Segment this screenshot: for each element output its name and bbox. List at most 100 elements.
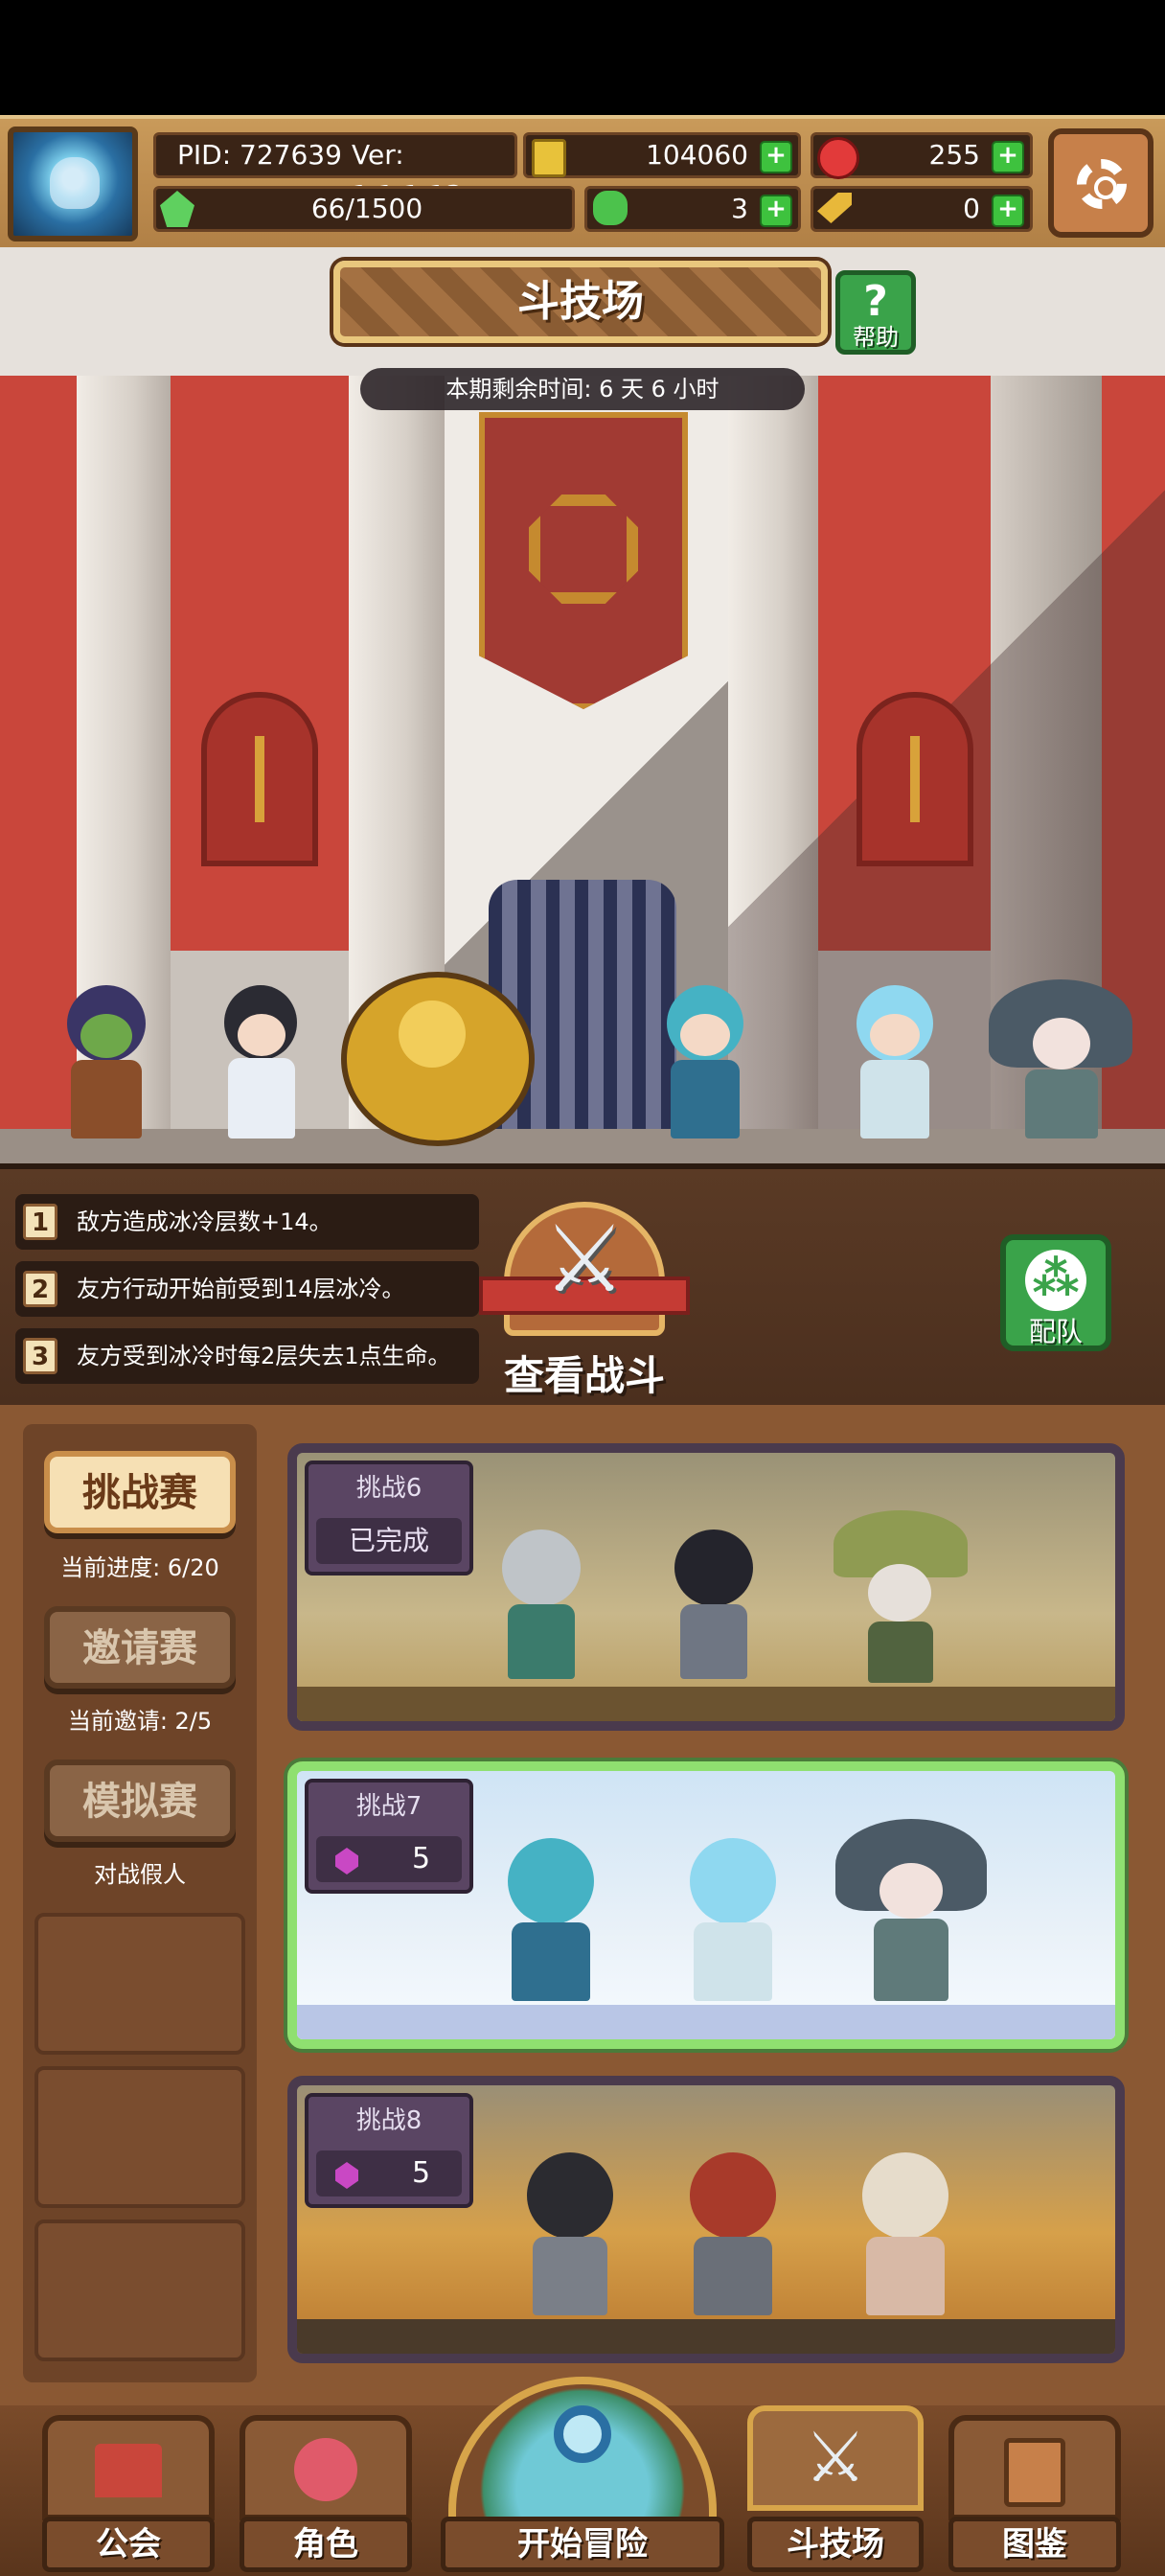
hero-ice-lancer[interactable]	[824, 985, 968, 1138]
arena-swords-icon: ⚔	[804, 2417, 867, 2497]
nav-codex-label: 图鉴	[948, 2517, 1121, 2572]
ticket-gem-icon	[335, 1848, 358, 1874]
hero-swordsman[interactable]	[192, 985, 326, 1138]
clover-amount: 3	[731, 193, 748, 224]
team-icon	[1025, 1250, 1086, 1311]
challenge-label: 挑战6 已完成	[305, 1460, 473, 1576]
modifier-row: 3 友方受到冰冷时每2层失去1点生命。	[15, 1328, 479, 1384]
modifier-text: 友方受到冰冷时每2层失去1点生命。	[77, 1343, 451, 1369]
challenge-label: 挑战7 5	[305, 1779, 473, 1894]
settings-button[interactable]	[1048, 128, 1154, 238]
enemy-ice-lancer	[661, 1809, 805, 2001]
challenge-cost-amount: 5	[412, 2156, 431, 2190]
challenge-mode-button[interactable]: 挑战赛	[44, 1451, 236, 1533]
challenge-progress: 当前进度: 6/20	[60, 1554, 219, 1581]
team-setup-button[interactable]: 配队	[1000, 1234, 1111, 1351]
enemy-ice-knight	[479, 1828, 623, 2001]
ticket-gem-icon	[335, 2162, 358, 2189]
clover-pill: 3 +	[584, 186, 801, 232]
top-status-bar: PID: 727639 Ver: 1.1.1.13 104060 + 255 +…	[0, 115, 1165, 257]
nav-arena-label: 斗技场	[747, 2517, 924, 2572]
enemy-fox-warrior	[661, 2143, 805, 2315]
stamina-amount: 66/1500	[310, 193, 423, 224]
codex-book-icon	[1004, 2438, 1065, 2507]
wall-niche-left	[201, 692, 318, 866]
arena-title: 斗技场	[517, 277, 644, 326]
guild-house-icon	[95, 2444, 162, 2497]
add-gold-button[interactable]: +	[760, 141, 792, 173]
stamina-pill: 66/1500	[153, 186, 575, 232]
help-button[interactable]: ? 帮助	[835, 270, 916, 355]
hero-golden-moon[interactable]	[341, 972, 535, 1146]
arena-scene: 斗技场 ? 帮助 本期剩余时间: 6 天 6 小时	[0, 247, 1165, 1163]
challenge-label: 挑战8 5	[305, 2093, 473, 2208]
player-avatar[interactable]	[8, 126, 138, 242]
nav-character[interactable]: 角色	[240, 2405, 412, 2576]
battle-modifiers-panel: 1 敌方造成冰冷层数+14。 2 友方行动开始前受到14层冰冷。 3 友方受到冰…	[0, 1163, 1165, 1403]
simulation-mode-button[interactable]: 模拟赛	[44, 1760, 236, 1842]
nav-guild[interactable]: 公会	[42, 2405, 215, 2576]
simulation-note: 对战假人	[94, 1861, 186, 1888]
team-setup-label: 配队	[1028, 1316, 1083, 1347]
ruby-icon	[817, 137, 859, 179]
key-icon	[817, 193, 852, 223]
mode-sidebar: 挑战赛 当前进度: 6/20 邀请赛 当前邀请: 2/5 模拟赛 对战假人	[23, 1424, 257, 2382]
modifier-number: 2	[23, 1271, 57, 1307]
modifier-text: 敌方造成冰冷层数+14。	[77, 1208, 332, 1235]
challenge-title: 挑战6	[355, 1474, 423, 1503]
nav-start-adventure[interactable]: 开始冒险	[441, 2377, 724, 2576]
modifier-row: 2 友方行动开始前受到14层冰冷。	[15, 1261, 479, 1317]
challenge-card-selected[interactable]: 挑战7 5	[287, 1761, 1125, 2049]
empty-mode-slot	[34, 2066, 245, 2208]
enemy-goat-warrior	[489, 1530, 594, 1683]
view-battle-button[interactable]: ⚔ 查看战斗	[473, 1202, 696, 1399]
challenge-title: 挑战7	[355, 1792, 423, 1821]
view-battle-label: 查看战斗	[503, 1352, 665, 1399]
gold-amount: 104060	[646, 139, 748, 171]
gold-pill: 104060 +	[523, 132, 801, 178]
invite-progress: 当前邀请: 2/5	[67, 1708, 213, 1735]
nav-guild-label: 公会	[42, 2517, 215, 2572]
help-label: 帮助	[853, 324, 899, 351]
nav-character-label: 角色	[240, 2517, 412, 2572]
hero-dragon-warrior[interactable]	[38, 985, 172, 1138]
add-ruby-button[interactable]: +	[992, 141, 1024, 173]
arena-banner-emblem	[479, 412, 688, 709]
hero-witch[interactable]	[985, 979, 1138, 1138]
nav-arena[interactable]: ⚔ 斗技场	[747, 2405, 924, 2576]
challenge-card-completed[interactable]: 挑战6 已完成	[287, 1443, 1125, 1731]
season-timer: 本期剩余时间: 6 天 6 小时	[360, 368, 805, 410]
challenge-title: 挑战8	[355, 2106, 423, 2135]
add-key-button[interactable]: +	[992, 195, 1024, 227]
gear-icon	[1077, 159, 1127, 209]
enemy-witch	[830, 1819, 993, 2001]
modifier-row: 1 敌方造成冰冷层数+14。	[15, 1194, 479, 1250]
enemy-dark-knight	[661, 1530, 766, 1683]
challenge-cost: 5	[316, 1836, 462, 1882]
invite-mode-button[interactable]: 邀请赛	[44, 1606, 236, 1689]
ruby-amount: 255	[928, 139, 980, 171]
empty-mode-slot	[34, 1913, 245, 2055]
hero-ice-knight[interactable]	[632, 985, 776, 1138]
crossed-swords-icon: ⚔	[542, 1206, 627, 1313]
challenge-card[interactable]: 挑战8 5	[287, 2076, 1125, 2363]
key-pill: 0 +	[811, 186, 1033, 232]
ruby-pill: 255 +	[811, 132, 1033, 179]
bottom-navigation: 公会 角色 开始冒险 ⚔ 斗技场 图鉴	[0, 2377, 1165, 2576]
empty-mode-slot	[34, 2220, 245, 2361]
nav-start-adventure-label: 开始冒险	[441, 2517, 724, 2572]
modifier-text: 友方行动开始前受到14层冰冷。	[77, 1276, 405, 1302]
enemy-cat-rogue	[508, 2143, 632, 2315]
challenge-status: 已完成	[316, 1518, 462, 1564]
challenge-cost: 5	[316, 2150, 462, 2196]
modifier-number: 3	[23, 1338, 57, 1374]
nav-codex[interactable]: 图鉴	[948, 2405, 1121, 2576]
player-id: PID: 727639	[177, 139, 342, 171]
clover-icon	[593, 191, 628, 225]
add-clover-button[interactable]: +	[760, 195, 792, 227]
key-amount: 0	[963, 193, 980, 224]
player-info-pill: PID: 727639 Ver: 1.1.1.13	[153, 132, 517, 211]
arena-title-banner: 斗技场	[333, 261, 828, 343]
wall-niche-right	[857, 692, 973, 866]
character-face-icon	[294, 2438, 357, 2501]
